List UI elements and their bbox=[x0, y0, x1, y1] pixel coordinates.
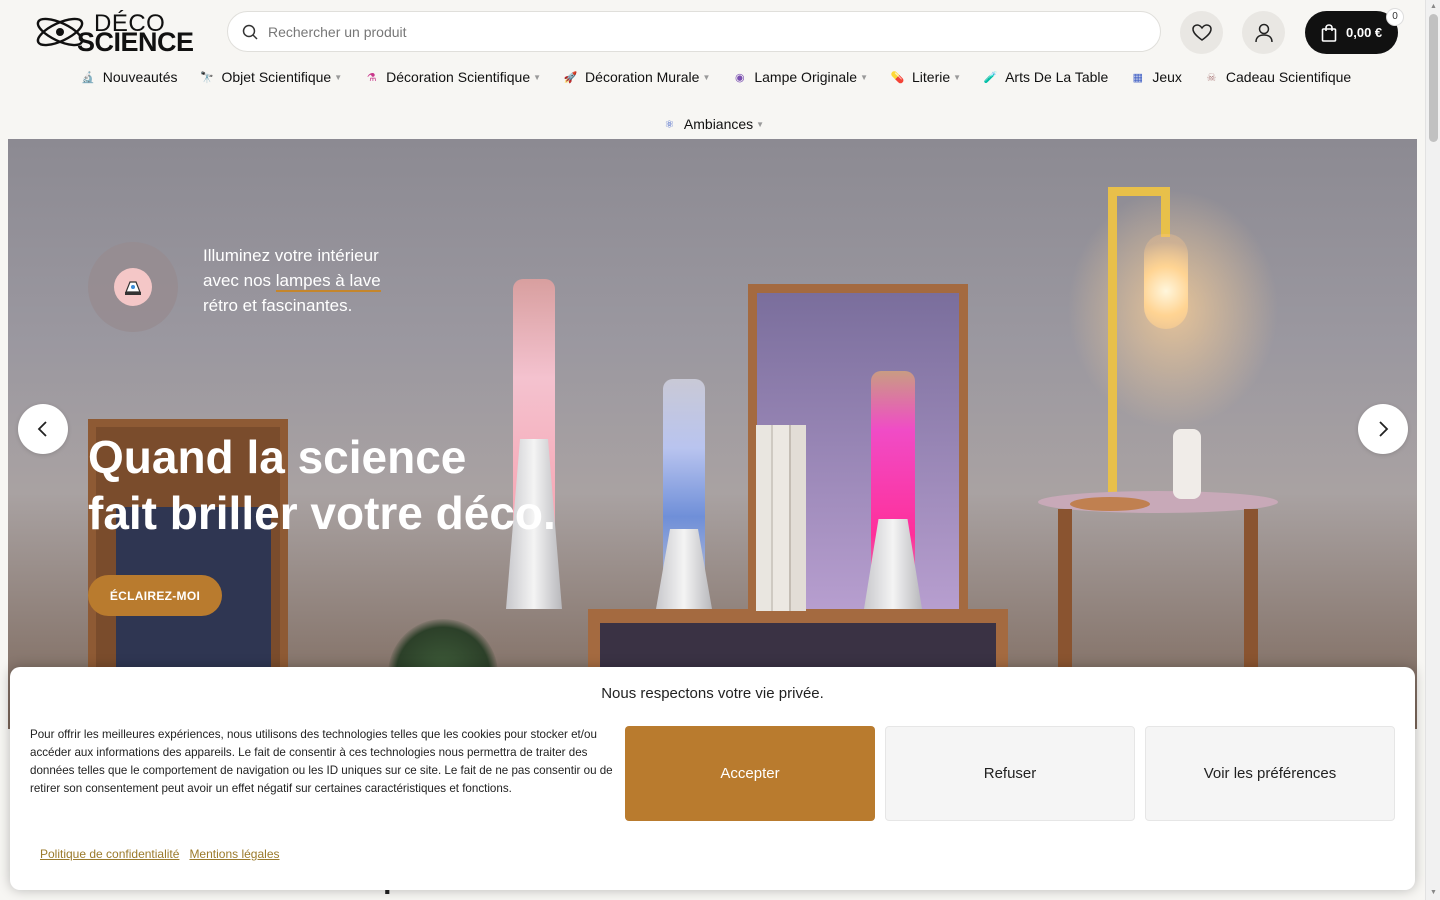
nav-label: Cadeau Scientifique bbox=[1225, 69, 1352, 85]
nav-item-cadeau-scientifique[interactable]: ☠ Cadeau Scientifique bbox=[1203, 62, 1351, 92]
hero-image-vase bbox=[1173, 429, 1201, 499]
chevron-down-icon: ▼ bbox=[334, 72, 343, 82]
legal-notice-link[interactable]: Mentions légales bbox=[189, 847, 279, 861]
site-header: DÉCO SCIENCE 0,00 € bbox=[0, 0, 1425, 139]
cookie-text: Pour offrir les meilleures expériences, … bbox=[30, 728, 613, 795]
nav-item-literie[interactable]: 💊 Literie ▼ bbox=[889, 62, 961, 92]
secondary-navigation: ⚛ Ambiances ▼ bbox=[0, 109, 1425, 139]
nav-label: Lampe Originale bbox=[754, 69, 858, 85]
chevron-down-icon: ▼ bbox=[953, 72, 962, 82]
shopping-bag-icon bbox=[1321, 23, 1337, 42]
globe-lamp-icon: ◉ bbox=[735, 71, 745, 84]
slider-next-button[interactable] bbox=[1358, 404, 1408, 454]
hero-image-floor-lamp-arm bbox=[1108, 187, 1168, 196]
nav-item-ambiances[interactable]: ⚛ Ambiances ▼ bbox=[661, 109, 764, 139]
calendar-icon: ▦ bbox=[1132, 71, 1144, 84]
nav-label: Nouveautés bbox=[102, 69, 178, 85]
cookie-title: Nous respectons votre vie privée. bbox=[601, 685, 824, 702]
cart-button[interactable]: 0,00 € bbox=[1305, 11, 1398, 54]
hero-title: Quand la science fait briller votre déco… bbox=[88, 429, 688, 541]
skeleton-icon: ☠ bbox=[1206, 71, 1217, 84]
refuse-button[interactable]: Refuser bbox=[885, 726, 1135, 821]
hero-title-line-2: fait briller votre déco. bbox=[88, 487, 556, 539]
chevron-down-icon: ▼ bbox=[860, 72, 869, 82]
cart-count-badge: 0 bbox=[1386, 8, 1404, 26]
hero-image-books bbox=[756, 425, 806, 611]
hero-image-floor-lamp-cord bbox=[1161, 187, 1170, 237]
nav-label: Jeux bbox=[1152, 69, 1182, 85]
chevron-down-icon: ▼ bbox=[702, 72, 711, 82]
heart-icon bbox=[1191, 23, 1212, 41]
nav-label: Décoration Scientifique bbox=[386, 69, 531, 85]
slider-prev-button[interactable] bbox=[18, 404, 68, 454]
nav-item-decoration-scientifique[interactable]: ⚗ Décoration Scientifique ▼ bbox=[363, 62, 541, 92]
privacy-policy-link[interactable]: Politique de confidentialité bbox=[40, 847, 179, 861]
chevron-right-icon bbox=[1379, 421, 1389, 437]
atom-icon: ⚛ bbox=[664, 118, 675, 131]
nav-item-jeux[interactable]: ▦ Jeux bbox=[1129, 62, 1182, 92]
hero-tagline-prefix: avec nos bbox=[203, 271, 276, 290]
flask-icon: ⚗ bbox=[366, 71, 377, 84]
main-navigation: 🔬 Nouveautés 🔭 Objet Scientifique ▼ ⚗ Dé… bbox=[0, 62, 1425, 92]
hero-image-floor-lamp bbox=[1108, 189, 1117, 499]
nav-item-arts-de-la-table[interactable]: 🧪 Arts De La Table bbox=[982, 62, 1109, 92]
nav-label: Décoration Murale bbox=[585, 69, 700, 85]
nav-item-decoration-murale[interactable]: 🚀 Décoration Murale ▼ bbox=[562, 62, 711, 92]
cookie-banner: Nous respectons votre vie privée. Pour o… bbox=[10, 667, 1415, 890]
chevron-down-icon: ▼ bbox=[533, 72, 542, 82]
page: DÉCO SCIENCE 0,00 € bbox=[0, 0, 1440, 900]
cart-total: 0,00 € bbox=[1346, 25, 1383, 40]
chevron-left-icon bbox=[37, 421, 47, 437]
wishlist-button[interactable] bbox=[1180, 11, 1223, 54]
hero-title-line-1: Quand la science bbox=[88, 431, 467, 483]
test-tube-icon: 🧪 bbox=[983, 71, 998, 84]
account-button[interactable] bbox=[1242, 11, 1285, 54]
hero-image-lamp-foot bbox=[1070, 497, 1150, 511]
page-scrollbar[interactable]: ▲ ▼ bbox=[1425, 0, 1440, 900]
nav-item-objet-scientifique[interactable]: 🔭 Objet Scientifique ▼ bbox=[198, 62, 342, 92]
hero-cta-button[interactable]: ÉCLAIREZ-MOI bbox=[88, 575, 222, 616]
nav-label: Ambiances bbox=[683, 116, 754, 132]
chevron-down-icon: ▼ bbox=[756, 119, 765, 129]
hero-slider: Illuminez votre intérieur avec nos lampe… bbox=[8, 139, 1417, 729]
nav-label: Objet Scientifique bbox=[221, 69, 332, 85]
nav-label: Literie bbox=[912, 69, 951, 85]
logo-text-science: SCIENCE bbox=[77, 27, 194, 57]
hero-tagline-link[interactable]: lampes à lave bbox=[275, 271, 381, 292]
hero-image-bulb bbox=[1144, 234, 1188, 329]
search-bar bbox=[227, 11, 1161, 52]
hero-tagline-line-2: avec nos lampes à lave bbox=[203, 268, 423, 293]
search-input[interactable] bbox=[268, 12, 1138, 51]
preferences-button[interactable]: Voir les préférences bbox=[1145, 726, 1395, 821]
hero-tagline-line-3: rétro et fascinantes. bbox=[203, 296, 353, 315]
user-icon bbox=[1254, 23, 1273, 42]
scroll-up-icon[interactable]: ▲ bbox=[1429, 3, 1438, 11]
nav-item-lampe-originale[interactable]: ◉ Lampe Originale ▼ bbox=[731, 62, 868, 92]
nav-label: Arts De La Table bbox=[1005, 69, 1109, 85]
scroll-down-icon[interactable]: ▼ bbox=[1429, 889, 1438, 897]
hero-tagline-line-1: Illuminez votre intérieur bbox=[203, 246, 379, 265]
rocket-icon: 🚀 bbox=[563, 71, 578, 84]
search-icon[interactable] bbox=[242, 24, 259, 41]
nav-item-nouveautes[interactable]: 🔬 Nouveautés bbox=[80, 62, 178, 92]
scrollbar-thumb[interactable] bbox=[1429, 14, 1438, 142]
pill-icon: 💊 bbox=[890, 71, 905, 84]
hero-badge bbox=[88, 242, 178, 332]
telescope-icon: 🔭 bbox=[200, 71, 214, 84]
hero-tagline: Illuminez votre intérieur avec nos lampe… bbox=[203, 243, 423, 318]
accept-button[interactable]: Accepter bbox=[625, 726, 875, 821]
microscope-icon: 🔬 bbox=[81, 71, 96, 84]
lava-lamp-icon bbox=[114, 268, 152, 306]
cookie-links: Politique de confidentialité Mentions lé… bbox=[40, 847, 280, 861]
site-logo[interactable]: DÉCO SCIENCE bbox=[34, 8, 204, 57]
